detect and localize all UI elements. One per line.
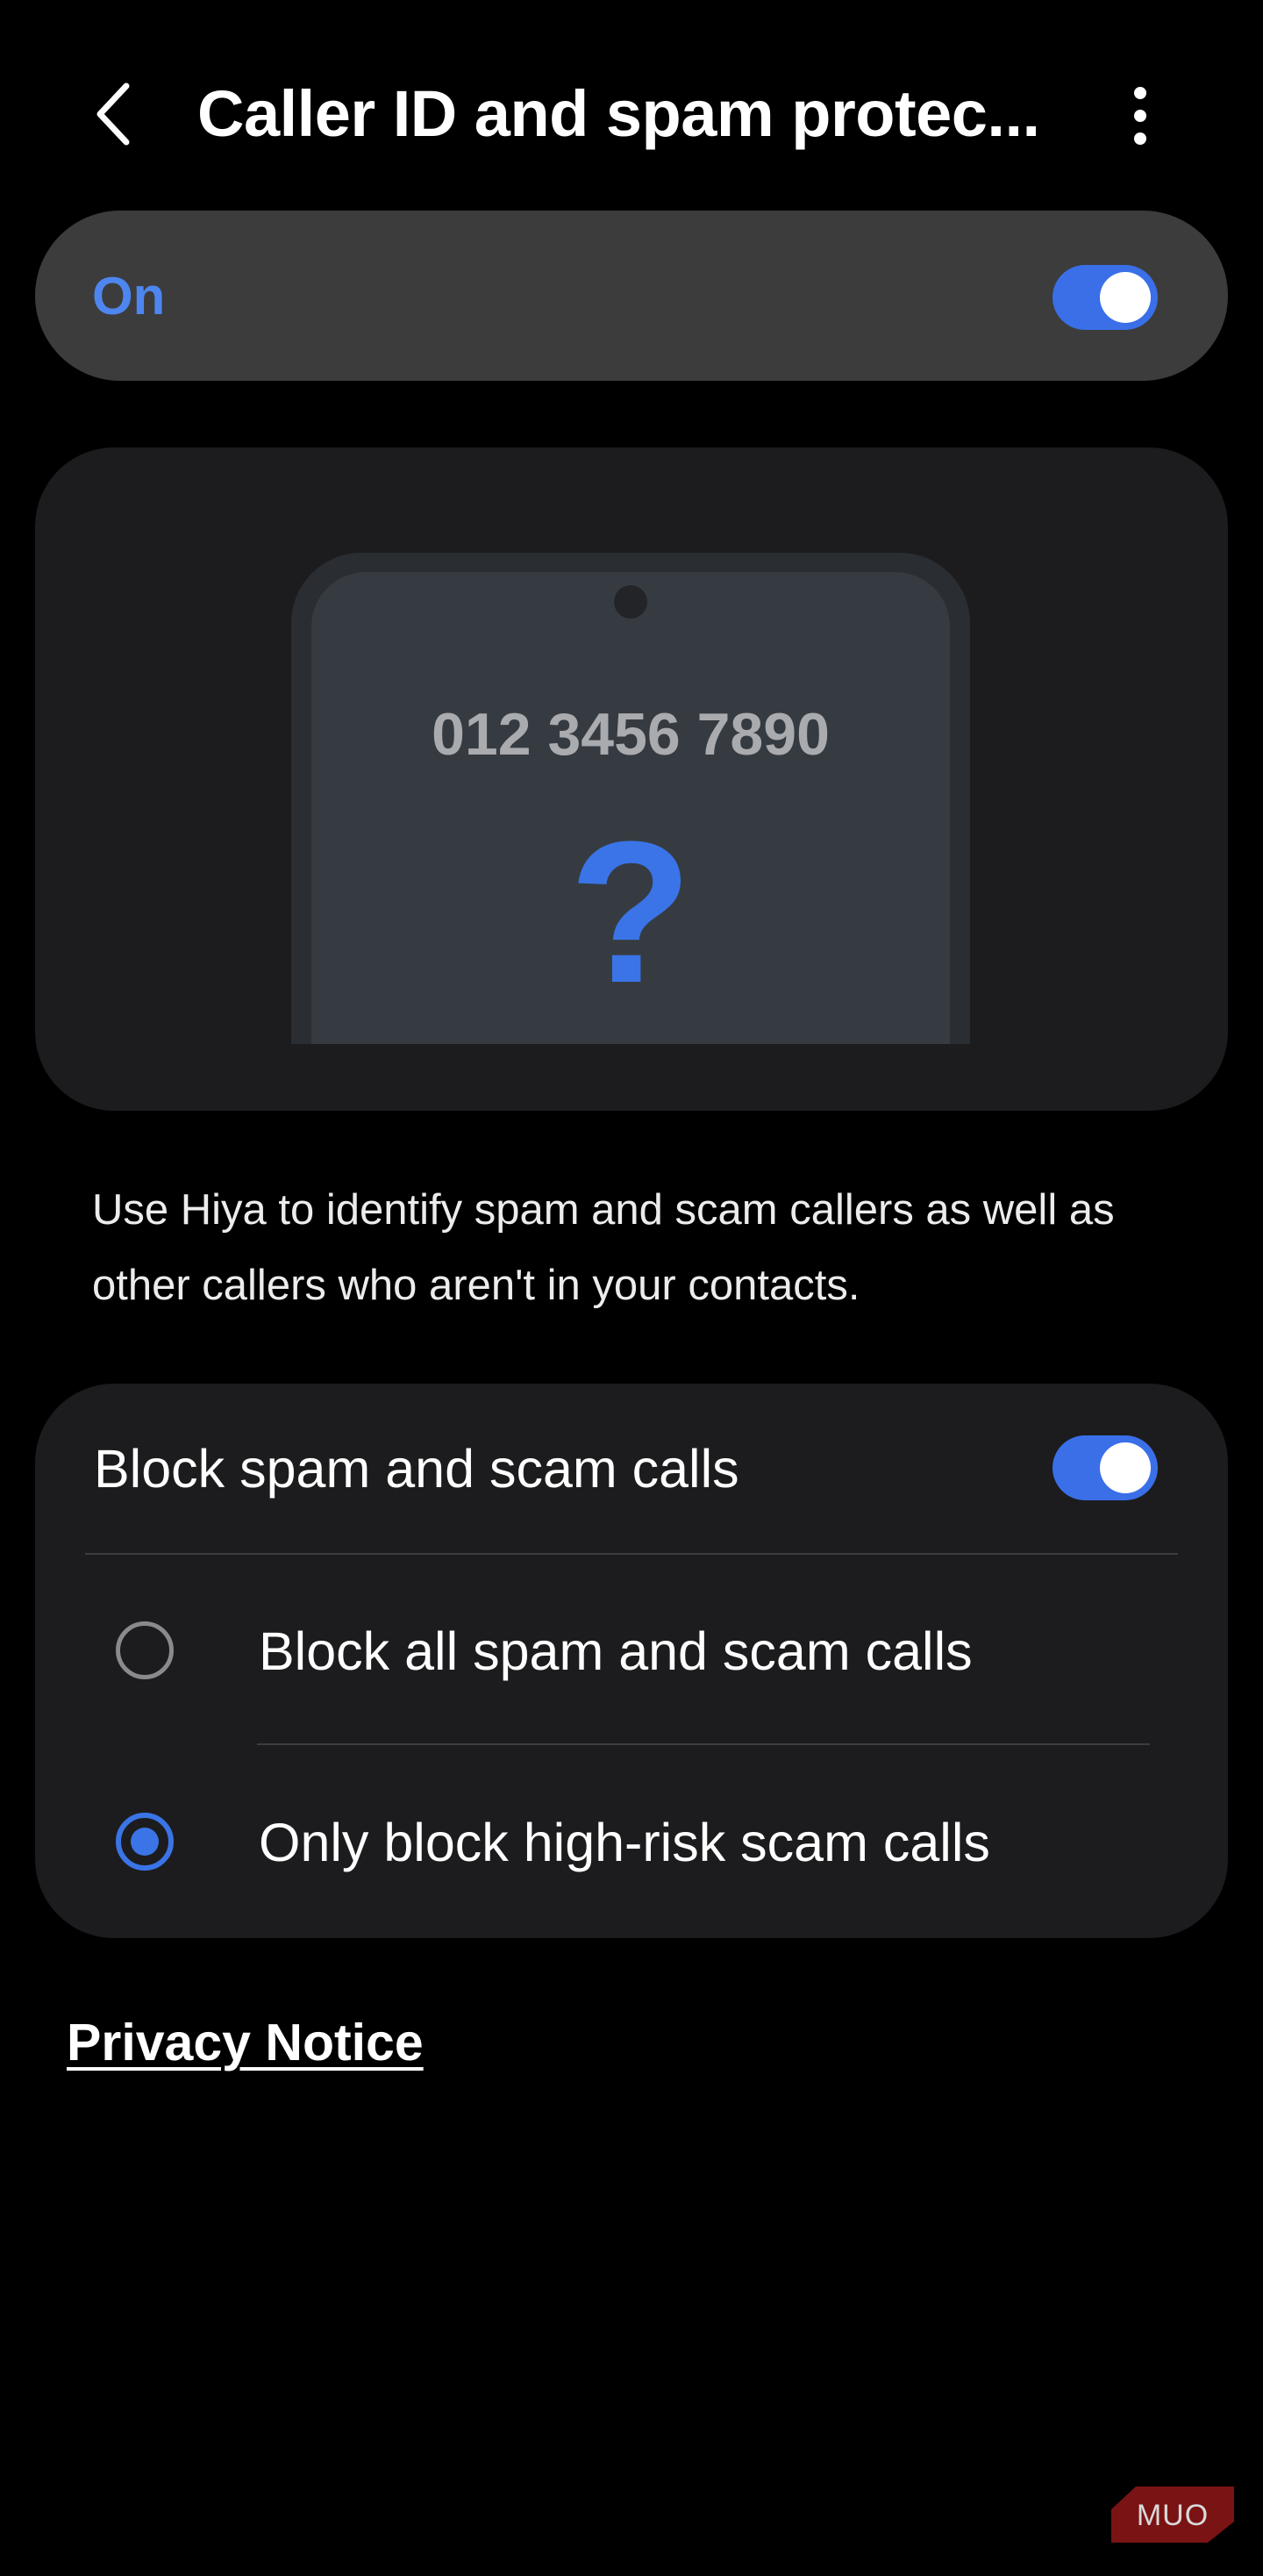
more-vertical-icon xyxy=(1134,87,1146,145)
radio-block-all[interactable] xyxy=(116,1621,174,1679)
more-options-button[interactable] xyxy=(1123,81,1158,151)
question-mark-icon: ? xyxy=(568,799,693,1025)
master-toggle[interactable] xyxy=(1052,265,1158,330)
block-spam-label: Block spam and scam calls xyxy=(94,1439,739,1499)
master-switch-label: On xyxy=(92,267,166,326)
toggle-knob xyxy=(1100,1442,1151,1493)
option-high-risk-label[interactable]: Only block high-risk scam calls xyxy=(259,1806,990,1879)
radio-high-risk-only[interactable] xyxy=(116,1813,174,1871)
option-block-all-label[interactable]: Block all spam and scam calls xyxy=(259,1614,973,1688)
svg-text:MUO: MUO xyxy=(1137,2499,1209,2532)
page-title: Caller ID and spam protec... xyxy=(197,77,1040,150)
back-chevron-icon xyxy=(96,82,130,146)
block-spam-toggle[interactable] xyxy=(1052,1435,1158,1500)
toggle-knob xyxy=(1100,272,1151,323)
muo-watermark-logo: MUO xyxy=(1110,2483,1241,2546)
divider xyxy=(85,1553,1178,1555)
back-button[interactable] xyxy=(88,79,140,149)
master-switch-bar[interactable] xyxy=(35,211,1228,381)
privacy-notice-link[interactable]: Privacy Notice xyxy=(67,2009,424,2076)
illustration-phone-number: 012 3456 7890 xyxy=(432,701,830,768)
divider xyxy=(257,1743,1150,1745)
radio-selected-dot xyxy=(131,1828,159,1856)
phone-camera-icon xyxy=(614,585,647,619)
description-text: Use Hiya to identify spam and scam calle… xyxy=(92,1186,1115,1309)
